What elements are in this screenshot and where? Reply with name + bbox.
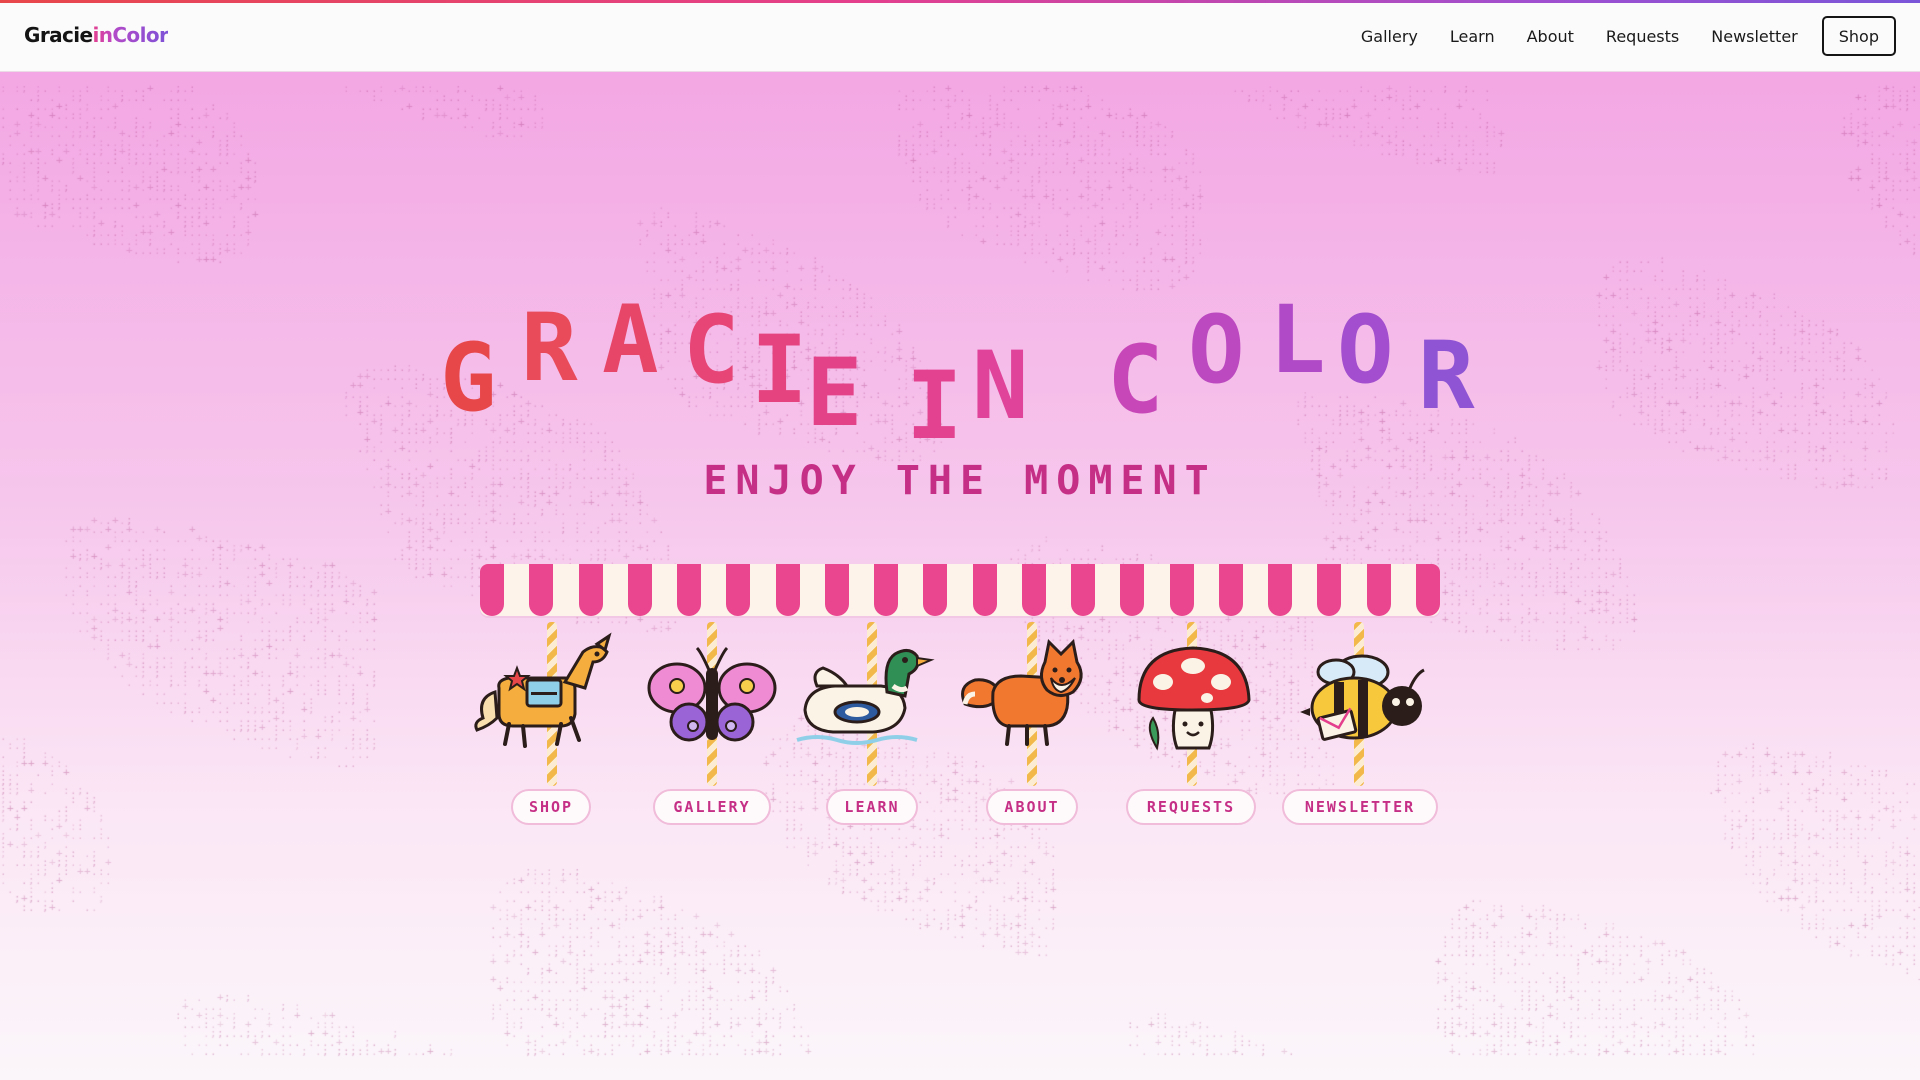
- awning-stripe: [874, 564, 898, 616]
- bee-icon: [1300, 654, 1425, 741]
- ride-label-requests[interactable]: REQUESTS: [1126, 789, 1256, 825]
- site-logo[interactable]: GracieinColor: [24, 23, 169, 47]
- title-letter: O: [1337, 296, 1394, 405]
- awning-stripe: [824, 564, 849, 616]
- ride-label-about[interactable]: ABOUT: [986, 789, 1078, 825]
- awning-stripe: [480, 564, 504, 616]
- title-letter: R: [521, 294, 578, 403]
- ride-label-shop[interactable]: SHOP: [511, 789, 591, 825]
- site-header: GracieinColor Gallery Learn About Reques…: [0, 3, 1920, 72]
- title-letter: O: [1188, 296, 1245, 405]
- awning-stripe: [1317, 564, 1342, 616]
- title-letter: N: [972, 332, 1029, 441]
- main-nav: Gallery Learn About Requests Newsletter …: [1361, 16, 1896, 56]
- awning-stripe: [627, 564, 652, 616]
- awning-stripe: [578, 564, 603, 616]
- awning-stripe: [529, 564, 554, 616]
- awning-stripe: [972, 564, 997, 616]
- logo-word-color: Color: [112, 23, 169, 47]
- nav-learn-link[interactable]: Learn: [1450, 27, 1495, 46]
- awning-stripe: [1268, 564, 1292, 616]
- mushroom-icon: [1137, 646, 1251, 751]
- nav-about-link[interactable]: About: [1527, 27, 1574, 46]
- title-letter: E: [806, 339, 863, 448]
- shop-button[interactable]: Shop: [1821, 16, 1896, 56]
- awning-stripe: [1366, 564, 1391, 616]
- ride-label-newsletter[interactable]: NEWSLETTER: [1282, 789, 1438, 825]
- title-letter: G: [440, 324, 497, 433]
- nav-gallery-link[interactable]: Gallery: [1361, 27, 1418, 46]
- title-letter: C: [683, 296, 740, 405]
- ride-label-learn[interactable]: LEARN: [826, 789, 918, 825]
- carousel-awning: [480, 564, 1440, 616]
- awning-stripe: [726, 564, 751, 616]
- nav-newsletter-link[interactable]: Newsletter: [1711, 27, 1798, 46]
- awning-stripe: [1415, 564, 1440, 616]
- awning-stripe: [1169, 564, 1194, 616]
- awning-stripe: [1218, 564, 1243, 616]
- logo-word-in: in: [92, 23, 113, 47]
- hero-tagline: ENJOY THE MOMENT: [703, 458, 1217, 504]
- awning-stripe: [1071, 564, 1095, 616]
- title-letter: A: [602, 286, 659, 395]
- title-letter: R: [1418, 322, 1475, 431]
- nav-requests-link[interactable]: Requests: [1606, 27, 1679, 46]
- logo-word-gracie: Gracie: [24, 23, 93, 47]
- awning-stripe: [1021, 564, 1046, 616]
- ride-label-gallery[interactable]: GALLERY: [653, 789, 771, 825]
- hero-section: G R A C I E I N C O L O R ENJOY THE MOME…: [0, 72, 1920, 1080]
- title-letter: C: [1107, 326, 1164, 435]
- awning-stripe: [775, 564, 800, 616]
- title-letter: I: [906, 352, 963, 461]
- awning-stripe: [1120, 564, 1145, 616]
- title-letter: I: [751, 316, 808, 425]
- awning-stripe: [923, 564, 948, 616]
- awning-stripe: [677, 564, 701, 616]
- title-letter: L: [1269, 286, 1326, 395]
